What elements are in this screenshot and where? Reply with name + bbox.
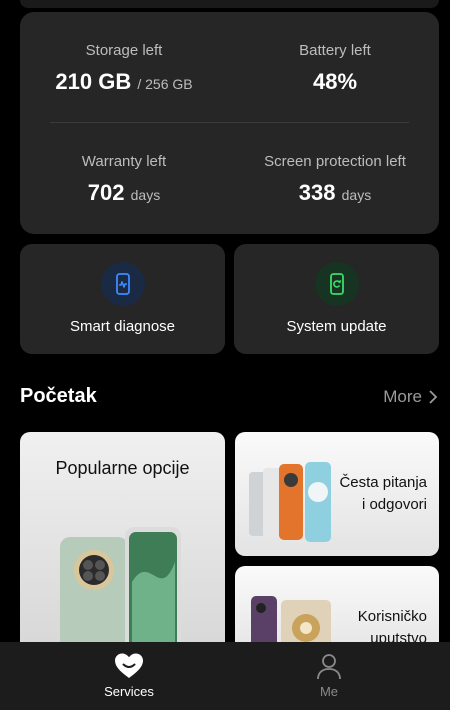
warranty-value: 702 <box>87 180 125 205</box>
nav-services-label: Services <box>104 684 154 699</box>
faq-card[interactable]: Česta pitanja i odgovori <box>235 432 439 556</box>
more-label: More <box>383 387 422 406</box>
nav-me-tab[interactable]: Me <box>269 652 389 699</box>
heart-icon <box>115 653 143 678</box>
battery-label: Battery left <box>299 42 371 59</box>
chevron-right-icon <box>429 390 438 404</box>
storage-value: 210 GB <box>55 69 132 94</box>
person-icon <box>317 654 341 680</box>
storage-label: Storage left <box>85 42 163 59</box>
storage-total: / 256 GB <box>137 76 193 92</box>
nav-me-label: Me <box>319 684 339 699</box>
battery-stat[interactable]: Battery left 48% <box>235 42 435 95</box>
phone-diagnose-icon <box>101 262 145 306</box>
screen-protection-label: Screen protection left <box>264 153 406 170</box>
popular-options-card[interactable]: Popularne opcije <box>20 432 225 662</box>
warranty-label: Warranty left <box>81 153 167 170</box>
system-update-button[interactable]: System update <box>234 244 439 354</box>
faq-title: Česta pitanja i odgovori <box>339 472 427 516</box>
battery-value: 48% <box>312 69 358 94</box>
system-update-label: System update <box>286 318 387 335</box>
nav-services-tab[interactable]: Services <box>69 652 189 699</box>
section-title: Početak <box>20 385 97 407</box>
phones-image <box>60 527 181 662</box>
screen-protection-stat[interactable]: Screen protection left 338 days <box>235 153 435 206</box>
bottom-nav: Services Me <box>0 642 450 710</box>
screen-protection-value: 338 <box>298 180 336 205</box>
phones-image <box>249 462 331 542</box>
faq-title-line2: i odgovori <box>361 496 427 513</box>
warranty-unit: days <box>130 187 161 203</box>
screen-protection-unit: days <box>341 187 372 203</box>
user-manual-title-line1: Korisničko <box>357 608 427 625</box>
stats-divider <box>50 122 409 123</box>
previous-card-edge <box>20 0 439 8</box>
more-link[interactable]: More <box>383 387 438 407</box>
smart-diagnose-button[interactable]: Smart diagnose <box>20 244 225 354</box>
storage-stat[interactable]: Storage left 210 GB / 256 GB <box>24 42 224 95</box>
phone-update-icon <box>315 262 359 306</box>
smart-diagnose-label: Smart diagnose <box>69 318 176 335</box>
device-stats-card: Storage left 210 GB / 256 GB Battery lef… <box>20 12 439 234</box>
warranty-stat[interactable]: Warranty left 702 days <box>24 153 224 206</box>
faq-title-line1: Česta pitanja <box>339 474 427 491</box>
